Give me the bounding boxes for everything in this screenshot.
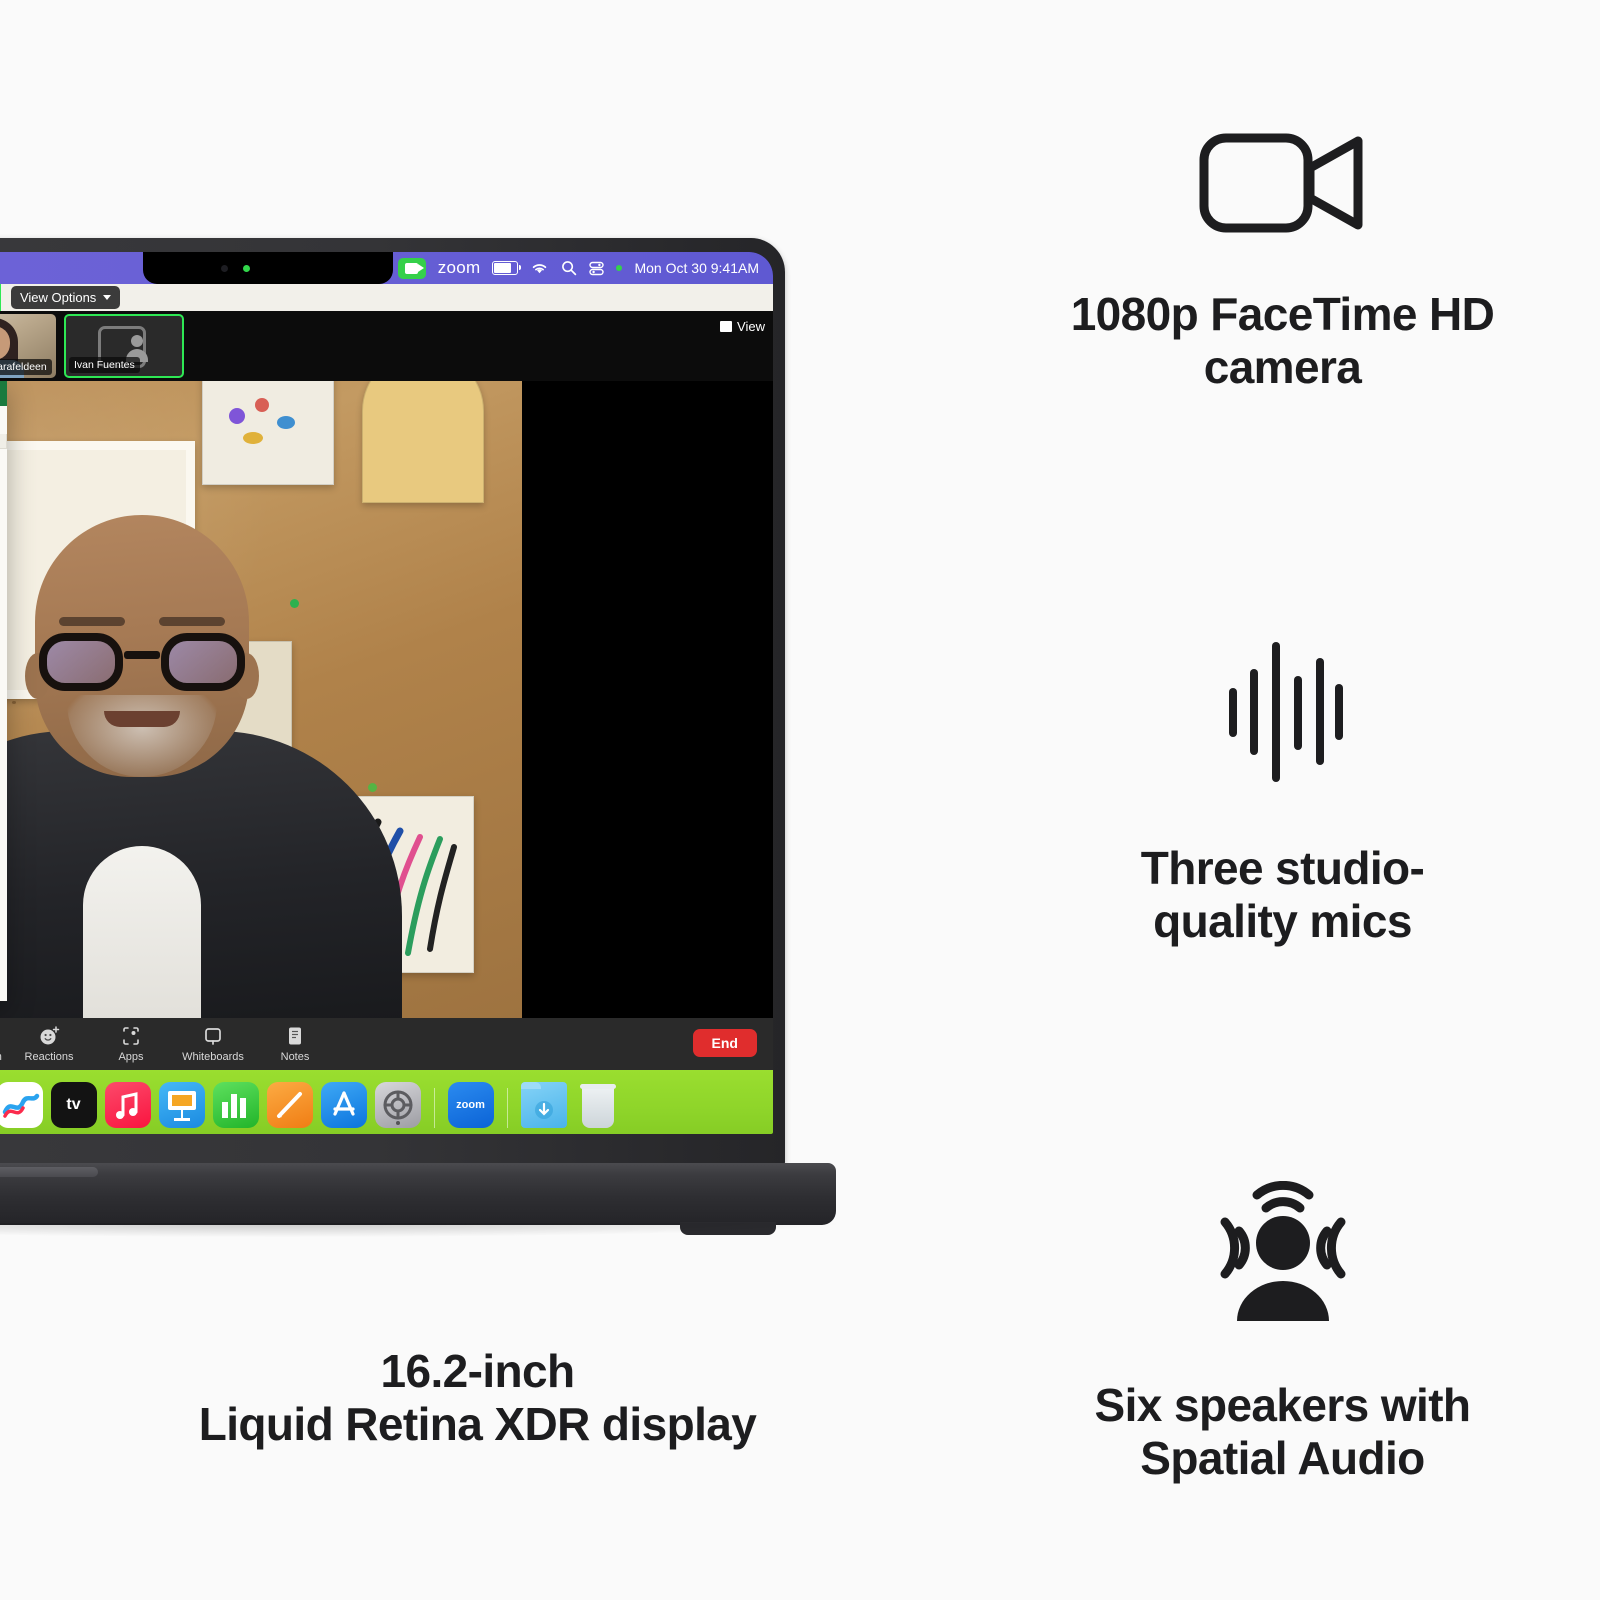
display-caption-line2: Liquid Retina XDR display [198,1397,757,1450]
music-icon[interactable] [104,1082,151,1128]
downloads-folder-icon[interactable] [520,1082,567,1128]
screen-share-banner: u are viewing Ivan Fuentes's screen View… [0,284,773,311]
participant-name: Carmen Sharafeldeen [0,359,52,375]
keynote-icon[interactable] [158,1082,205,1128]
presenter-video-feed [0,381,522,1021]
toolbar-ai-companion-button[interactable]: AI Companion [0,1025,8,1063]
spreadsheet-column-headers: F G H I J [0,434,7,449]
mics-caption-line1: Three studio- [1140,842,1425,895]
laptop-screen: zoom Mon Oct 30 9:41AM View Options araf… [0,252,773,1134]
end-meeting-button[interactable]: End [692,1029,757,1057]
display-notch [142,252,393,284]
view-options-button[interactable]: View Options [10,286,121,309]
wifi-icon[interactable] [530,261,549,275]
spatial-audio-icon [1203,1181,1363,1322]
zoom-meeting-toolbar: ▲ Share Screen Summary AI Companion [0,1018,773,1070]
laptop-base [0,1163,836,1235]
screen-share-message: u are viewing Ivan Fuentes's screen [0,284,1,311]
product-feature-grid: zoom Mon Oct 30 9:41AM View Options araf… [0,0,1600,1600]
laptop-lid: zoom Mon Oct 30 9:41AM View Options araf… [0,238,785,1168]
zoom-app-icon[interactable]: zoom [447,1082,494,1128]
video-camera-icon [1198,124,1368,242]
camera-caption-line2: camera [1203,341,1362,393]
participant-filmstrip: David Beau Carmen Sharafeldeen [0,311,773,381]
pinned-artwork [202,381,334,485]
chevron-down-icon [103,295,112,300]
view-button-label: View [737,319,765,334]
whiteboard-icon [202,1025,224,1047]
eyeglasses-icon [39,633,245,691]
control-center-icon[interactable] [589,261,605,276]
shared-spreadsheet-window: Comments Share F G H [0,381,7,1001]
participant-tile-self[interactable]: Ivan Fuentes [64,314,184,378]
search-icon[interactable] [561,260,577,276]
notes-icon [284,1025,306,1047]
camera-caption-line1: 1080p FaceTime HD [1070,288,1495,341]
pinned-poster [362,381,484,503]
menubar-app-name[interactable]: zoom [438,258,481,278]
menubar-clock[interactable]: Mon Oct 30 9:41AM [634,260,759,276]
grid-view-icon [720,321,733,332]
toolbar-notes-button[interactable]: Notes [254,1025,336,1063]
zoom-camera-icon[interactable] [397,257,426,279]
participant-tile[interactable]: Carmen Sharafeldeen [0,314,56,378]
toolbar-whiteboards-button[interactable]: Whiteboards [172,1025,254,1063]
panel-display: zoom Mon Oct 30 9:41AM View Options araf… [0,0,955,1600]
spreadsheet-toolbar: Comments Share [0,406,7,434]
apple-tv-icon[interactable]: tv [50,1082,97,1128]
speakers-caption: Six speakers with Spatial Audio [1095,1379,1471,1485]
view-layout-button[interactable]: View [720,319,765,334]
participant-name: Ivan Fuentes [69,357,140,373]
mics-caption: Three studio- quality mics [1141,842,1425,948]
emoji-reaction-icon [38,1025,60,1047]
panel-speakers: Six speakers with Spatial Audio [965,1066,1600,1600]
speakers-caption-line1: Six speakers with [1094,1379,1471,1432]
panel-mics: Three studio- quality mics [965,528,1600,1056]
pages-icon[interactable] [266,1082,313,1128]
mics-caption-line2: quality mics [1153,895,1412,947]
macbook-pro-device: zoom Mon Oct 30 9:41AM View Options araf… [0,238,920,1258]
camera-caption: 1080p FaceTime HD camera [1071,288,1495,394]
numbers-icon[interactable] [212,1082,259,1128]
apps-icon [120,1025,142,1047]
macos-dock: tv zoom [0,1070,773,1134]
audio-waveform-icon [1223,636,1343,786]
spreadsheet-titlebar [0,381,7,406]
system-settings-icon[interactable] [374,1082,421,1128]
speakers-caption-line2: Spatial Audio [1140,1432,1425,1484]
trash-icon[interactable] [575,1082,621,1128]
presenter-person [0,501,402,1021]
camera-indicator-led [242,265,250,272]
view-options-label: View Options [19,290,97,305]
shared-screen-stage: Comments Share F G H [0,381,773,1134]
green-dot-icon [616,265,623,271]
app-store-icon[interactable] [320,1082,367,1128]
panel-camera: 1080p FaceTime HD camera [965,0,1600,518]
toolbar-reactions-button[interactable]: Reactions [8,1025,90,1063]
battery-icon[interactable] [492,261,522,275]
camera-lens-icon [220,265,228,272]
display-caption-line1: 16.2-inch [380,1345,575,1397]
freeform-icon[interactable] [0,1082,43,1128]
toolbar-apps-button[interactable]: Apps [90,1025,172,1063]
display-caption: 16.2-inch Liquid Retina XDR display [0,1345,955,1451]
